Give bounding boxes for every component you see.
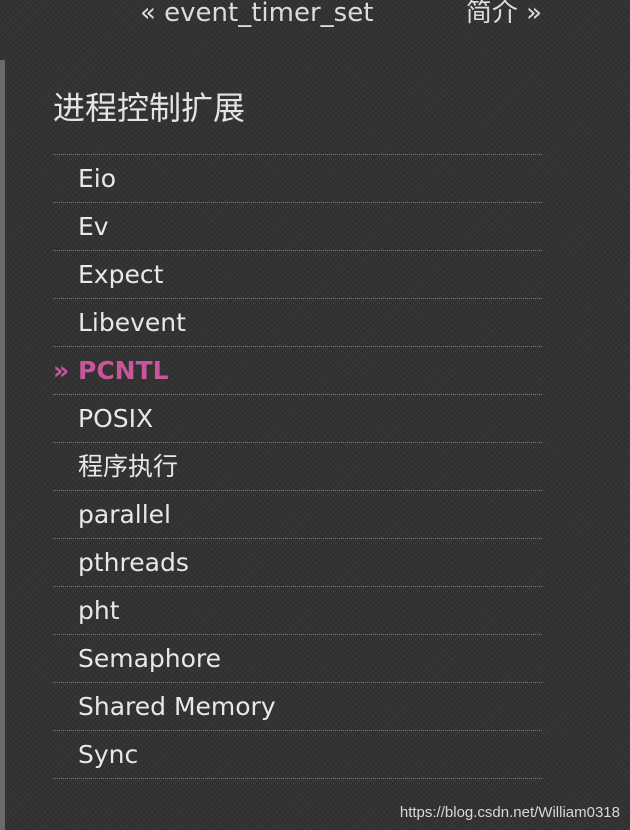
next-page-link[interactable]: 简介 » [466, 0, 542, 30]
sidebar-title: 进程控制扩展 [53, 84, 542, 155]
sidebar-item-label: pthreads [78, 548, 189, 577]
sidebar-menu: Eio Ev Expect Libevent » PCNTL POSIX 程序执… [53, 155, 542, 779]
sidebar-item-label: Eio [78, 164, 117, 193]
sidebar-item-label: 程序执行 [78, 452, 179, 481]
left-rail [0, 60, 5, 830]
sidebar-item-pht[interactable]: pht [53, 587, 542, 635]
sidebar-item-expect[interactable]: Expect [53, 251, 542, 299]
sidebar-item-parallel[interactable]: parallel [53, 491, 542, 539]
sidebar-item-label: Shared Memory [78, 692, 276, 721]
sidebar-item-label: parallel [78, 500, 172, 529]
sidebar-item-label: Semaphore [78, 644, 222, 673]
sidebar-item-shared-memory[interactable]: Shared Memory [53, 683, 542, 731]
sidebar: 进程控制扩展 Eio Ev Expect Libevent » PCNTL PO… [53, 84, 542, 779]
top-navigation: « event_timer_set 简介 » [0, 0, 630, 34]
sidebar-item-eio[interactable]: Eio [53, 155, 542, 203]
sidebar-item-posix[interactable]: POSIX [53, 395, 542, 443]
sidebar-item-pthreads[interactable]: pthreads [53, 539, 542, 587]
sidebar-item-label: Sync [78, 740, 139, 769]
sidebar-item-semaphore[interactable]: Semaphore [53, 635, 542, 683]
prev-page-link[interactable]: « event_timer_set [140, 0, 373, 30]
watermark: https://blog.csdn.net/William0318 [399, 804, 620, 821]
sidebar-item-sync[interactable]: Sync [53, 731, 542, 779]
sidebar-item-label: Libevent [78, 308, 186, 337]
sidebar-item-label: POSIX [78, 404, 154, 433]
sidebar-item-pcntl[interactable]: » PCNTL [53, 347, 542, 395]
sidebar-item-label: Ev [78, 212, 109, 241]
active-marker-icon: » [53, 356, 70, 385]
sidebar-item-label: Expect [78, 260, 164, 289]
sidebar-item-label: PCNTL [78, 356, 169, 385]
sidebar-item-program-execution[interactable]: 程序执行 [53, 443, 542, 491]
sidebar-item-ev[interactable]: Ev [53, 203, 542, 251]
sidebar-item-label: pht [78, 596, 120, 625]
sidebar-item-libevent[interactable]: Libevent [53, 299, 542, 347]
